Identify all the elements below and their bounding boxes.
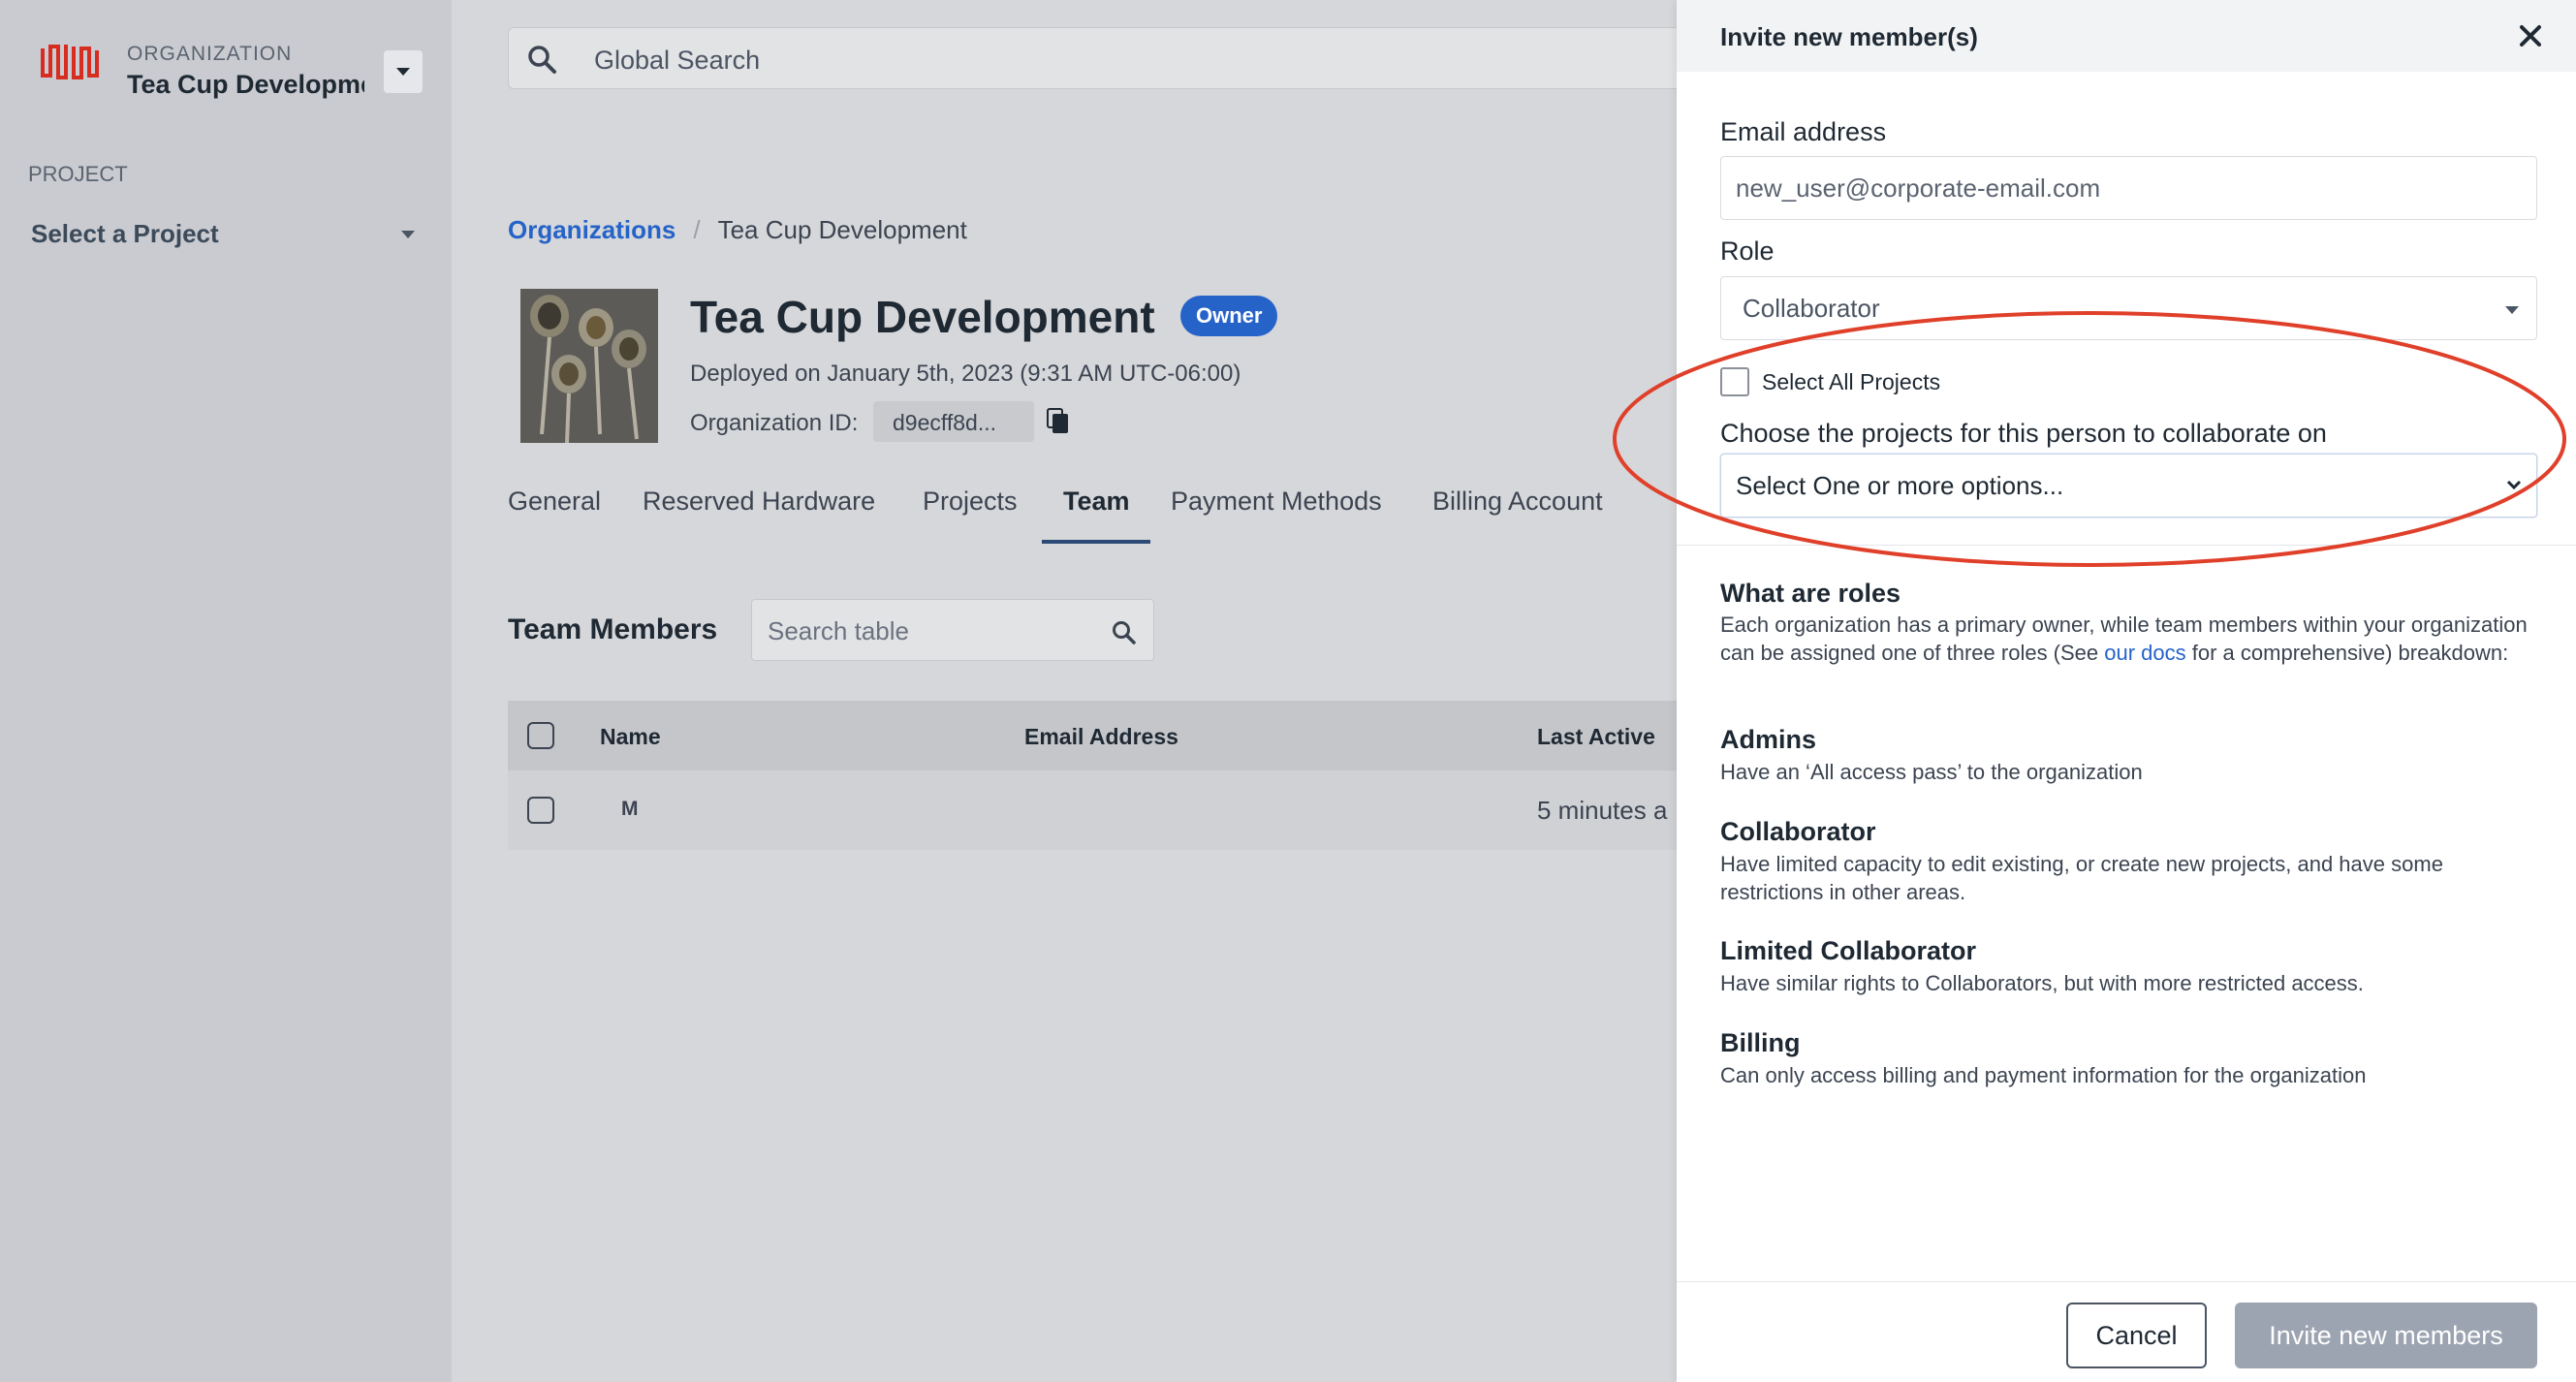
search-icon — [1113, 621, 1136, 644]
projects-placeholder: Select One or more options... — [1736, 471, 2064, 500]
breadcrumb-organizations-link[interactable]: Organizations — [508, 215, 675, 244]
organization-label: ORGANIZATION — [127, 43, 293, 65]
close-icon[interactable] — [2516, 21, 2545, 50]
table-search-placeholder: Search table — [768, 616, 909, 645]
email-placeholder: new_user@corporate-email.com — [1736, 173, 2101, 203]
our-docs-link[interactable]: our docs — [2104, 641, 2185, 665]
chevron-down-icon — [2506, 480, 2522, 490]
column-header-email[interactable]: Email Address — [1024, 724, 1178, 750]
tab-billing-account[interactable]: Billing Account — [1432, 487, 1603, 545]
drawer-header: Invite new member(s) — [1677, 0, 2576, 72]
organization-dropdown-button[interactable] — [384, 50, 423, 93]
project-select-label: Select a Project — [31, 219, 219, 248]
projects-multiselect[interactable]: Select One or more options... — [1720, 454, 2537, 518]
tab-bar: General Reserved Hardware Projects Team … — [508, 487, 1681, 545]
row-name: M — [621, 798, 639, 820]
active-tab-indicator — [1042, 540, 1150, 544]
collaborator-description: Have limited capacity to edit existing, … — [1720, 852, 2443, 904]
admins-description: Have an ‘All access pass’ to the organiz… — [1720, 760, 2143, 784]
admins-heading: Admins — [1720, 725, 1817, 754]
organization-name: Tea Cup Development — [127, 70, 364, 99]
table-header: Name Email Address Last Active — [508, 701, 1681, 770]
collaborator-heading: Collaborator — [1720, 817, 1876, 846]
row-last-active: 5 minutes a — [1537, 796, 1668, 825]
tab-payment-methods[interactable]: Payment Methods — [1171, 487, 1382, 545]
owner-badge: Owner — [1180, 296, 1278, 336]
roles-heading: What are roles — [1720, 579, 1901, 608]
equinix-logo-icon — [41, 45, 99, 79]
roles-description-part-2: for a comprehensive) breakdown: — [2185, 641, 2509, 665]
column-header-last-active[interactable]: Last Active — [1537, 724, 1655, 750]
cancel-button[interactable]: Cancel — [2066, 1303, 2207, 1368]
projects-label: Choose the projects for this person to c… — [1720, 419, 2327, 448]
role-label: Role — [1720, 236, 1775, 266]
tab-reserved-hardware[interactable]: Reserved Hardware — [643, 487, 875, 545]
select-all-projects-label: Select All Projects — [1762, 369, 1941, 394]
table-row[interactable]: M 5 minutes a — [508, 770, 1681, 850]
invite-new-members-button[interactable]: Invite new members — [2235, 1303, 2537, 1368]
search-icon — [528, 46, 556, 74]
organization-id-label: Organization ID: — [690, 410, 859, 436]
drawer-title: Invite new member(s) — [1720, 22, 1978, 51]
organization-id-value: d9ecff8d... — [873, 401, 1034, 442]
billing-heading: Billing — [1720, 1028, 1801, 1057]
limited-collaborator-description: Have similar rights to Collaborators, bu… — [1720, 971, 2364, 995]
limited-collaborator-heading: Limited Collaborator — [1720, 936, 1977, 965]
table-search-input[interactable]: Search table — [751, 599, 1154, 661]
caret-down-icon — [2505, 306, 2519, 314]
copy-icon[interactable] — [1047, 408, 1070, 435]
footer-divider — [1677, 1281, 2576, 1282]
billing-description: Can only access billing and payment info… — [1720, 1063, 2367, 1087]
caret-down-icon — [401, 231, 415, 238]
select-all-rows-checkbox[interactable] — [527, 722, 554, 749]
breadcrumb-current: Tea Cup Development — [717, 215, 967, 244]
tab-general[interactable]: General — [508, 487, 601, 545]
section-divider — [1677, 545, 2576, 546]
row-checkbox[interactable] — [527, 797, 554, 824]
project-select[interactable]: Select a Project — [31, 219, 415, 254]
deployed-date: Deployed on January 5th, 2023 (9:31 AM U… — [690, 361, 1241, 387]
column-header-name[interactable]: Name — [600, 724, 661, 750]
invite-member-drawer: Invite new member(s) Email address new_u… — [1677, 0, 2576, 1382]
role-select-value: Collaborator — [1743, 294, 1880, 323]
page-title: Tea Cup Development — [690, 292, 1155, 342]
sidebar: ORGANIZATION Tea Cup Development PROJECT… — [0, 0, 452, 1382]
organization-image — [520, 289, 658, 443]
roles-description: Each organization has a primary owner, w… — [1720, 611, 2539, 667]
project-label: PROJECT — [28, 162, 128, 186]
email-label: Email address — [1720, 117, 1887, 146]
email-field[interactable]: new_user@corporate-email.com — [1720, 156, 2537, 220]
team-members-title: Team Members — [508, 613, 718, 645]
role-select[interactable]: Collaborator — [1720, 276, 2537, 340]
breadcrumb-separator: / — [693, 215, 701, 244]
global-search-input[interactable]: Global Search — [508, 27, 1748, 89]
breadcrumb: Organizations / Tea Cup Development — [508, 215, 967, 245]
tab-projects[interactable]: Projects — [923, 487, 1018, 545]
global-search-placeholder: Global Search — [594, 46, 761, 75]
tab-team[interactable]: Team — [1063, 487, 1130, 545]
select-all-projects-checkbox[interactable] — [1720, 367, 1749, 396]
